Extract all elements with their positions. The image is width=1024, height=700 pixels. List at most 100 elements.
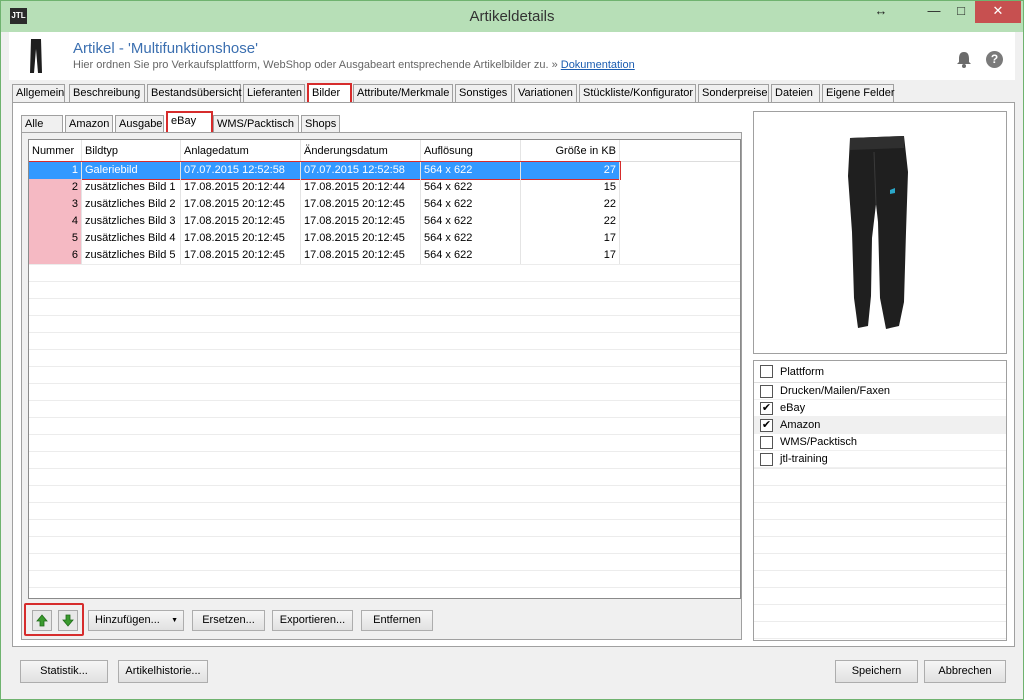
replace-button[interactable]: Ersetzen...: [192, 610, 265, 631]
add-dropdown-button[interactable]: Hinzufügen... ▼: [88, 610, 184, 631]
page-title: Artikel - 'Multifunktionshose': [73, 40, 258, 57]
table-cell: 27: [521, 162, 620, 179]
article-thumbnail: [30, 39, 42, 73]
table-row[interactable]: 2 zusätzliches Bild 1 17.08.2015 20:12:44 1…: [29, 179, 740, 196]
platform-checklist: Plattform Drucken/Mailen/Faxen ✔ eBay ✔ Amaz…: [753, 360, 1007, 641]
bell-icon[interactable]: [956, 51, 972, 68]
table-cell: 17.08.2015 20:12:45: [301, 247, 421, 264]
platform-label: Amazon: [780, 419, 821, 431]
save-button[interactable]: Speichern: [835, 660, 918, 683]
tab-lieferanten[interactable]: Lieferanten: [243, 84, 305, 103]
table-cell: 17: [521, 230, 620, 247]
platform-row[interactable]: Drucken/Mailen/Faxen: [754, 383, 1006, 400]
table-cell: 17.08.2015 20:12:45: [181, 213, 301, 230]
subtitle-text: Hier ordnen Sie pro Verkaufsplattform, W…: [73, 59, 561, 71]
table-cell: 1: [29, 162, 82, 179]
image-table[interactable]: Nummer Bildtyp Anlagedatum Änderungsdatu…: [28, 139, 741, 599]
dropdown-arrow-icon: ▼: [171, 617, 178, 624]
tab-allgemein[interactable]: Allgemein: [12, 84, 65, 103]
table-cell: 17.08.2015 20:12:44: [301, 179, 421, 196]
arrow-up-icon: [36, 614, 48, 627]
tab-dateien[interactable]: Dateien: [771, 84, 820, 103]
tab-stueckliste-konfigurator[interactable]: Stückliste/Konfigurator: [579, 84, 696, 103]
platform-row[interactable]: WMS/Packtisch: [754, 434, 1006, 451]
tab-variationen[interactable]: Variationen: [514, 84, 577, 103]
table-cell: 17.08.2015 20:12:44: [181, 179, 301, 196]
page-subtitle: Hier ordnen Sie pro Verkaufsplattform, W…: [73, 59, 635, 71]
tab-sonstiges[interactable]: Sonstiges: [455, 84, 512, 103]
platform-label: WMS/Packtisch: [780, 436, 858, 448]
platform-label: eBay: [780, 402, 806, 414]
table-row[interactable]: 1 Galeriebild 07.07.2015 12:52:58 07.07.201…: [29, 161, 621, 180]
col-anlagedatum[interactable]: Anlagedatum: [181, 140, 301, 161]
platform-checkbox[interactable]: ✔: [760, 419, 773, 432]
pants-preview-image: [848, 136, 908, 329]
tab-sonderpreise[interactable]: Sonderpreise: [698, 84, 769, 103]
platform-checkbox[interactable]: [760, 436, 773, 449]
platform-row[interactable]: jtl-training: [754, 451, 1006, 468]
image-list-panel: Nummer Bildtyp Anlagedatum Änderungsdatu…: [21, 132, 742, 640]
table-cell: zusätzliches Bild 4: [82, 230, 181, 247]
table-row[interactable]: 3 zusätzliches Bild 2 17.08.2015 20:12:45 1…: [29, 196, 740, 213]
help-icon[interactable]: ?: [986, 51, 1003, 68]
table-row[interactable]: 4 zusätzliches Bild 3 17.08.2015 20:12:45 1…: [29, 213, 740, 230]
col-aenderungsdatum[interactable]: Änderungsdatum: [301, 140, 421, 161]
resize-icon[interactable]: ↔: [867, 1, 895, 23]
table-cell: 07.07.2015 12:52:58: [301, 162, 421, 179]
platform-header: Plattform: [780, 366, 825, 378]
select-all-checkbox[interactable]: [760, 365, 773, 378]
remove-button[interactable]: Entfernen: [361, 610, 433, 631]
arrow-down-icon: [62, 614, 74, 627]
add-button-label: Hinzufügen...: [95, 614, 160, 626]
images-panel: Alle Amazon Ausgabe eBay WMS/Packtisch S…: [12, 102, 1015, 647]
col-nummer[interactable]: Nummer: [29, 140, 82, 161]
platform-row[interactable]: ✔ Amazon: [754, 417, 1006, 434]
reorder-buttons: [24, 603, 84, 636]
history-button[interactable]: Artikelhistorie...: [118, 660, 208, 683]
platform-row[interactable]: ✔ eBay: [754, 400, 1006, 417]
table-cell: 17.08.2015 20:12:45: [301, 196, 421, 213]
tab-eigene-felder[interactable]: Eigene Felder: [822, 84, 895, 103]
table-cell: 3: [29, 196, 82, 213]
col-groesse[interactable]: Größe in KB: [521, 140, 620, 161]
table-cell: zusätzliches Bild 3: [82, 213, 181, 230]
table-row[interactable]: 5 zusätzliches Bild 4 17.08.2015 20:12:45 1…: [29, 230, 740, 247]
table-cell: 6: [29, 247, 82, 264]
platform-checkbox[interactable]: [760, 385, 773, 398]
title-bar: JTL Artikeldetails ↔ — □ ✕: [1, 1, 1023, 32]
move-up-button[interactable]: [32, 610, 52, 631]
platform-header-row: Plattform: [754, 361, 1006, 383]
table-cell: 22: [521, 196, 620, 213]
minimize-button[interactable]: —: [920, 1, 948, 23]
table-cell: 2: [29, 179, 82, 196]
table-row[interactable]: 6 zusätzliches Bild 5 17.08.2015 20:12:45 1…: [29, 247, 740, 264]
table-cell: zusätzliches Bild 2: [82, 196, 181, 213]
export-button[interactable]: Exportieren...: [272, 610, 353, 631]
tab-bilder[interactable]: Bilder: [307, 83, 352, 104]
platform-checkbox[interactable]: ✔: [760, 402, 773, 415]
platform-list: Drucken/Mailen/Faxen ✔ eBay ✔ Amazon WMS/Pack…: [754, 383, 1006, 468]
move-down-button[interactable]: [58, 610, 78, 631]
platform-label: jtl-training: [780, 453, 828, 465]
documentation-link[interactable]: Dokumentation: [561, 59, 635, 71]
platform-checkbox[interactable]: [760, 453, 773, 466]
table-cell: 17: [521, 247, 620, 264]
subtab-ebay[interactable]: eBay: [166, 111, 213, 135]
tab-attribute-merkmale[interactable]: Attribute/Merkmale: [353, 84, 453, 103]
table-cell: 15: [521, 179, 620, 196]
tab-bestandsuebersicht[interactable]: Bestandsübersicht: [147, 84, 242, 103]
image-preview: [753, 111, 1007, 354]
table-empty-area: [29, 264, 740, 598]
table-cell: 07.07.2015 12:52:58: [181, 162, 301, 179]
header-panel: Artikel - 'Multifunktionshose' Hier ordn…: [9, 32, 1015, 80]
table-cell: 564 x 622: [421, 162, 521, 179]
col-bildtyp[interactable]: Bildtyp: [82, 140, 181, 161]
maximize-button[interactable]: □: [947, 1, 975, 23]
col-aufloesung[interactable]: Auflösung: [421, 140, 521, 161]
close-button[interactable]: ✕: [975, 1, 1021, 23]
tab-beschreibung[interactable]: Beschreibung: [69, 84, 145, 103]
table-cell: 22: [521, 213, 620, 230]
table-cell: 17.08.2015 20:12:45: [301, 230, 421, 247]
cancel-button[interactable]: Abbrechen: [924, 660, 1006, 683]
statistics-button[interactable]: Statistik...: [20, 660, 108, 683]
